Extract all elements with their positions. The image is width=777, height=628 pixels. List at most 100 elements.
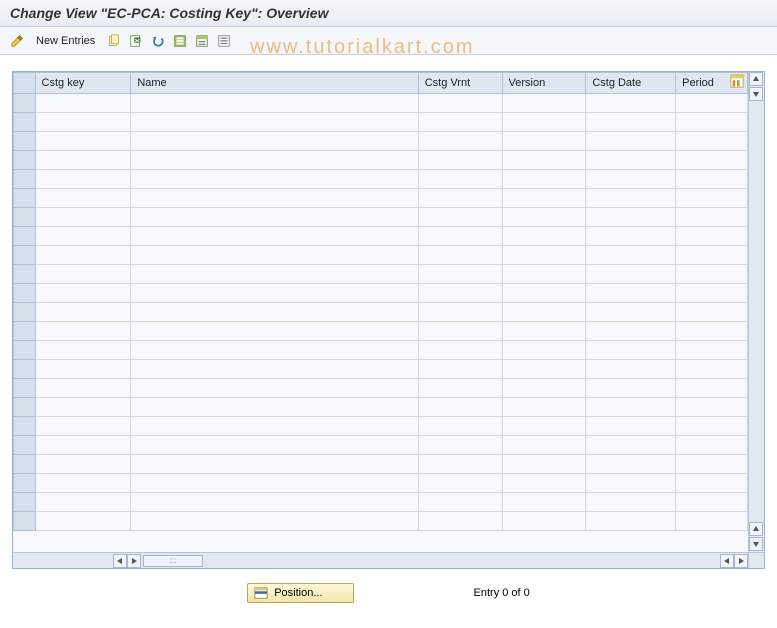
cell-period[interactable] [676, 341, 748, 360]
cell-name[interactable] [131, 227, 418, 246]
cell-cstg_vrnt[interactable] [418, 455, 502, 474]
column-header-name[interactable]: Name [131, 73, 418, 94]
cell-cstg_vrnt[interactable] [418, 322, 502, 341]
cell-cstg_vrnt[interactable] [418, 151, 502, 170]
row-selector[interactable] [14, 455, 36, 474]
horizontal-scrollbar[interactable]: ::: [13, 552, 748, 568]
table-row[interactable] [14, 341, 748, 360]
table-row[interactable] [14, 284, 748, 303]
cell-period[interactable] [676, 493, 748, 512]
cell-cstg_date[interactable] [586, 436, 676, 455]
cell-cstg_key[interactable] [35, 208, 131, 227]
cell-cstg_vrnt[interactable] [418, 246, 502, 265]
cell-cstg_key[interactable] [35, 151, 131, 170]
cell-version[interactable] [502, 265, 586, 284]
cell-cstg_key[interactable] [35, 493, 131, 512]
row-selector[interactable] [14, 303, 36, 322]
table-row[interactable] [14, 151, 748, 170]
table-row[interactable] [14, 493, 748, 512]
cell-period[interactable] [676, 189, 748, 208]
cell-version[interactable] [502, 455, 586, 474]
cell-version[interactable] [502, 322, 586, 341]
table-config-icon[interactable] [730, 74, 746, 90]
cell-cstg_vrnt[interactable] [418, 436, 502, 455]
cell-cstg_key[interactable] [35, 379, 131, 398]
table-row[interactable] [14, 455, 748, 474]
cell-cstg_date[interactable] [586, 341, 676, 360]
cell-period[interactable] [676, 360, 748, 379]
cell-cstg_key[interactable] [35, 474, 131, 493]
row-selector[interactable] [14, 151, 36, 170]
cell-cstg_date[interactable] [586, 398, 676, 417]
scroll-right-end-icon[interactable] [734, 554, 748, 568]
cell-period[interactable] [676, 455, 748, 474]
table-row[interactable] [14, 265, 748, 284]
cell-cstg_key[interactable] [35, 113, 131, 132]
table-row[interactable] [14, 417, 748, 436]
cell-cstg_vrnt[interactable] [418, 417, 502, 436]
cell-period[interactable] [676, 512, 748, 531]
cell-cstg_date[interactable] [586, 360, 676, 379]
cell-cstg_date[interactable] [586, 417, 676, 436]
cell-name[interactable] [131, 322, 418, 341]
cell-period[interactable] [676, 474, 748, 493]
row-selector[interactable] [14, 436, 36, 455]
row-selector[interactable] [14, 265, 36, 284]
pencil-icon[interactable] [8, 32, 26, 50]
cell-cstg_key[interactable] [35, 246, 131, 265]
cell-cstg_vrnt[interactable] [418, 474, 502, 493]
row-selector[interactable] [14, 360, 36, 379]
cell-cstg_vrnt[interactable] [418, 379, 502, 398]
cell-name[interactable] [131, 113, 418, 132]
table-row[interactable] [14, 189, 748, 208]
delete-icon[interactable] [127, 32, 145, 50]
table-row[interactable] [14, 398, 748, 417]
cell-name[interactable] [131, 132, 418, 151]
row-selector[interactable] [14, 189, 36, 208]
scroll-left-icon[interactable] [113, 554, 127, 568]
table-row[interactable] [14, 132, 748, 151]
cell-version[interactable] [502, 132, 586, 151]
table-row[interactable] [14, 512, 748, 531]
cell-cstg_date[interactable] [586, 455, 676, 474]
cell-period[interactable] [676, 303, 748, 322]
table-row[interactable] [14, 360, 748, 379]
cell-cstg_date[interactable] [586, 170, 676, 189]
cell-cstg_date[interactable] [586, 227, 676, 246]
cell-cstg_key[interactable] [35, 341, 131, 360]
row-selector[interactable] [14, 113, 36, 132]
scroll-left-end-icon[interactable] [720, 554, 734, 568]
cell-cstg_date[interactable] [586, 493, 676, 512]
cell-cstg_date[interactable] [586, 189, 676, 208]
cell-name[interactable] [131, 303, 418, 322]
table-row[interactable] [14, 303, 748, 322]
new-entries-button[interactable]: New Entries [30, 33, 101, 49]
scroll-down-icon[interactable] [749, 87, 763, 101]
cell-cstg_key[interactable] [35, 398, 131, 417]
cell-name[interactable] [131, 94, 418, 113]
table-row[interactable] [14, 474, 748, 493]
row-selector[interactable] [14, 417, 36, 436]
cell-cstg_vrnt[interactable] [418, 113, 502, 132]
cell-period[interactable] [676, 94, 748, 113]
cell-cstg_vrnt[interactable] [418, 303, 502, 322]
cell-cstg_date[interactable] [586, 284, 676, 303]
cell-cstg_vrnt[interactable] [418, 94, 502, 113]
cell-name[interactable] [131, 341, 418, 360]
cell-cstg_key[interactable] [35, 360, 131, 379]
cell-name[interactable] [131, 474, 418, 493]
cell-period[interactable] [676, 398, 748, 417]
table-row[interactable] [14, 94, 748, 113]
cell-cstg_key[interactable] [35, 265, 131, 284]
position-button[interactable]: Position... [247, 583, 353, 603]
cell-version[interactable] [502, 227, 586, 246]
deselect-icon[interactable] [215, 32, 233, 50]
row-selector[interactable] [14, 398, 36, 417]
cell-period[interactable] [676, 379, 748, 398]
cell-name[interactable] [131, 455, 418, 474]
cell-name[interactable] [131, 284, 418, 303]
row-selector[interactable] [14, 493, 36, 512]
cell-name[interactable] [131, 151, 418, 170]
cell-version[interactable] [502, 113, 586, 132]
cell-cstg_vrnt[interactable] [418, 398, 502, 417]
